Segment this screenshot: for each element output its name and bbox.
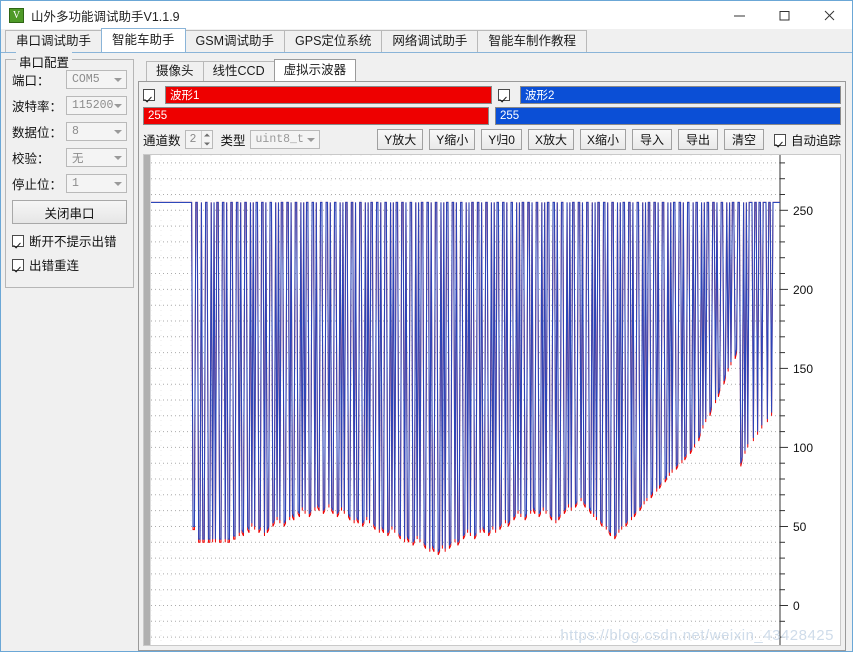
export-button[interactable]: 导出	[677, 129, 718, 150]
close-icon[interactable]	[807, 1, 852, 29]
tab-gps-system[interactable]: GPS定位系统	[284, 30, 383, 52]
wave2-enable-checkbox[interactable]	[498, 89, 510, 101]
app-window: V 山外多功能调试助手V1.1.9 串口调试助手 智能车助手 GSM调试助手 G…	[0, 0, 853, 652]
wave2-name-input[interactable]: 波形2	[520, 86, 841, 104]
tab-gsm-assistant[interactable]: GSM调试助手	[184, 30, 286, 52]
stopbits-select[interactable]: 1	[66, 174, 127, 193]
svg-text:100: 100	[793, 441, 813, 455]
tab-camera[interactable]: 摄像头	[146, 61, 204, 81]
title-bar: V 山外多功能调试助手V1.1.9	[1, 1, 852, 29]
close-port-button[interactable]: 关闭串口	[12, 200, 127, 224]
tab-serial-assistant[interactable]: 串口调试助手	[5, 30, 103, 52]
scope-tabstrip: 摄像头 线性CCD 虚拟示波器	[138, 59, 846, 81]
no-error-prompt-checkbox-row[interactable]: 断开不提示出错	[12, 231, 127, 250]
parity-row: 校验： 无	[12, 148, 127, 167]
baudrate-label: 波特率：	[12, 100, 63, 114]
wave1-header: 波形1	[143, 86, 492, 104]
x-zoom-out-button[interactable]: X缩小	[579, 129, 626, 150]
channel-count-stepper[interactable]: 2	[184, 130, 213, 149]
minimize-icon[interactable]	[717, 1, 762, 29]
main-panel: 摄像头 线性CCD 虚拟示波器 波形1 波形2 255 255 通道数 2 类型…	[138, 53, 852, 651]
tab-network-assistant[interactable]: 网络调试助手	[381, 30, 479, 52]
databits-select[interactable]: 8	[66, 122, 127, 141]
chevron-down-icon	[114, 103, 122, 108]
parity-value: 无	[72, 152, 84, 166]
port-label: 端口：	[12, 74, 50, 88]
data-type-value: uint8_t	[255, 133, 304, 146]
databits-value: 8	[72, 125, 79, 138]
window-title: 山外多功能调试助手V1.1.9	[31, 9, 180, 24]
chevron-down-icon	[114, 77, 122, 82]
serial-config-title: 串口配置	[16, 52, 73, 71]
type-label: 类型	[220, 134, 246, 148]
scope-toolbar: 通道数 2 类型 uint8_t Y放大 Y缩小 Y归0 X放大 X缩小 导入 …	[143, 129, 841, 150]
no-error-prompt-label: 断开不提示出错	[29, 235, 117, 249]
channel-count-label: 通道数	[143, 134, 181, 148]
import-button[interactable]: 导入	[631, 129, 672, 150]
parity-select[interactable]: 无	[66, 148, 127, 167]
stepper-down-icon[interactable]	[202, 140, 212, 149]
reconnect-on-error-checkbox[interactable]	[12, 258, 24, 271]
reconnect-on-error-label: 出错重连	[29, 259, 80, 273]
autotrack-label: 自动追踪	[790, 134, 841, 148]
svg-text:250: 250	[793, 204, 813, 218]
scrollbar-thumb[interactable]	[144, 155, 150, 645]
y-zoom-out-button[interactable]: Y缩小	[429, 129, 476, 150]
waveform-plot[interactable]: 0 50 100 150 200 250 https://blog.csdn.net/we…	[143, 154, 841, 646]
wave-value-row: 255 255	[143, 107, 841, 125]
svg-text:200: 200	[793, 283, 813, 297]
window-controls	[717, 1, 852, 29]
oscilloscope-panel: 波形1 波形2 255 255 通道数 2 类型 uint8_t Y放大 Y缩小…	[138, 81, 846, 651]
wave1-enable-checkbox[interactable]	[143, 89, 155, 101]
databits-label: 数据位：	[12, 126, 63, 140]
x-zoom-in-button[interactable]: X放大	[527, 129, 574, 150]
baudrate-select[interactable]: 115200	[66, 96, 127, 115]
wave-name-row: 波形1 波形2	[143, 86, 841, 104]
wave2-value-display: 255	[495, 107, 841, 125]
plot-vertical-scrollbar[interactable]	[144, 155, 151, 645]
baudrate-row: 波特率： 115200	[12, 96, 127, 115]
y-reset-zero-button[interactable]: Y归0	[481, 129, 522, 150]
waveform-svg: 0 50 100 150 200 250	[151, 155, 813, 645]
stepper-up-icon[interactable]	[202, 131, 212, 140]
body-area: 串口配置 端口： COM5 波特率： 115200 数据位： 8 校验： 无 停…	[1, 52, 852, 651]
serial-config-group: 串口配置 端口： COM5 波特率： 115200 数据位： 8 校验： 无 停…	[5, 52, 134, 288]
data-type-select[interactable]: uint8_t	[249, 130, 320, 149]
chevron-down-icon	[114, 129, 122, 134]
parity-label: 校验：	[12, 152, 50, 166]
wave1-name-input[interactable]: 波形1	[165, 86, 492, 104]
svg-text:50: 50	[793, 520, 807, 534]
tab-virtual-oscilloscope[interactable]: 虚拟示波器	[273, 59, 357, 81]
reconnect-on-error-checkbox-row[interactable]: 出错重连	[12, 255, 127, 274]
port-select[interactable]: COM5	[66, 70, 127, 89]
baudrate-value: 115200	[72, 99, 114, 112]
maximize-icon[interactable]	[762, 1, 807, 29]
chevron-down-icon	[114, 181, 122, 186]
svg-text:150: 150	[793, 362, 813, 376]
channel-count-value: 2	[189, 133, 197, 146]
chevron-down-icon	[306, 137, 315, 142]
sidebar: 串口配置 端口： COM5 波特率： 115200 数据位： 8 校验： 无 停…	[1, 52, 138, 651]
tab-smartcar-assistant[interactable]: 智能车助手	[101, 28, 186, 52]
tab-linear-ccd[interactable]: 线性CCD	[202, 61, 275, 81]
wave2-header: 波形2	[492, 86, 841, 104]
databits-row: 数据位： 8	[12, 122, 127, 141]
stepper-buttons[interactable]	[200, 131, 212, 149]
svg-text:0: 0	[793, 599, 800, 613]
port-row: 端口： COM5	[12, 70, 127, 89]
wave1-value-display: 255	[143, 107, 489, 125]
stopbits-value: 1	[72, 177, 79, 190]
autotrack-checkbox-row[interactable]: 自动追踪	[773, 130, 841, 149]
autotrack-checkbox[interactable]	[773, 133, 786, 146]
stopbits-row: 停止位： 1	[12, 174, 127, 193]
clear-button[interactable]: 清空	[723, 129, 764, 150]
chevron-down-icon	[114, 155, 122, 160]
y-zoom-in-button[interactable]: Y放大	[377, 129, 424, 150]
tab-smartcar-tutorial[interactable]: 智能车制作教程	[477, 30, 587, 52]
port-value: COM5	[72, 73, 100, 86]
app-logo-icon: V	[9, 7, 24, 23]
stopbits-label: 停止位：	[12, 178, 63, 192]
no-error-prompt-checkbox[interactable]	[12, 234, 24, 247]
main-tabstrip: 串口调试助手 智能车助手 GSM调试助手 GPS定位系统 网络调试助手 智能车制…	[1, 28, 852, 53]
